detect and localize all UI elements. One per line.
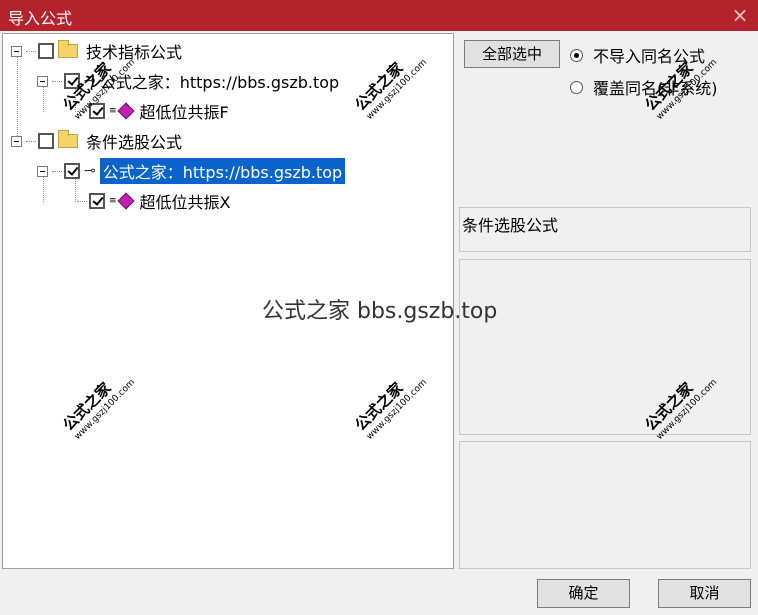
title-bar: 导入公式 × [0, 0, 758, 31]
radio-icon[interactable] [570, 80, 583, 94]
tree-node-label: 超低位共振F [139, 103, 229, 122]
watermark-text: 公式之家 bbs.gszb.top [262, 299, 498, 324]
window-title: 导入公式 [8, 9, 73, 28]
tree-node-label: 公式之家：https://bbs.gszb.top [99, 158, 346, 184]
ok-button[interactable]: 确定 [537, 579, 630, 608]
formula-type-box: 条件选股公式 [459, 207, 751, 252]
formula-gem-icon [117, 192, 135, 210]
checkbox[interactable] [89, 193, 105, 209]
tree-node-group[interactable]: 条件选股公式 [11, 128, 182, 154]
cancel-button[interactable]: 取消 [658, 579, 751, 608]
checkbox[interactable] [38, 133, 54, 149]
folder-icon [58, 130, 78, 148]
formula-type-label: 条件选股公式 [462, 216, 559, 235]
details-box[interactable] [459, 441, 751, 569]
folder-icon [58, 40, 78, 58]
collapse-toggle-icon[interactable] [37, 165, 48, 177]
collapse-toggle-icon[interactable] [11, 135, 22, 147]
checkbox[interactable] [64, 163, 80, 179]
collapse-toggle-icon[interactable] [37, 75, 48, 87]
tree-node-source[interactable]: ⊸ 公式之家：https://bbs.gszb.top [37, 158, 346, 184]
description-box[interactable] [459, 259, 751, 435]
collapse-toggle-icon[interactable] [11, 45, 22, 57]
select-all-button[interactable]: 全部选中 [464, 40, 560, 68]
close-icon[interactable]: × [728, 3, 752, 27]
radio-selected-icon[interactable] [570, 48, 583, 62]
tree-node-formula[interactable]: ≡ 超低位共振X [77, 188, 231, 214]
key-icon: ⊸ [84, 163, 96, 179]
tree-node-label: 条件选股公式 [86, 133, 183, 152]
checkbox[interactable] [38, 43, 54, 59]
formula-gem-icon [117, 102, 135, 120]
tree-node-label: 超低位共振X [139, 193, 231, 212]
tree-node-label: 公式之家：https://bbs.gszb.top [99, 73, 340, 92]
